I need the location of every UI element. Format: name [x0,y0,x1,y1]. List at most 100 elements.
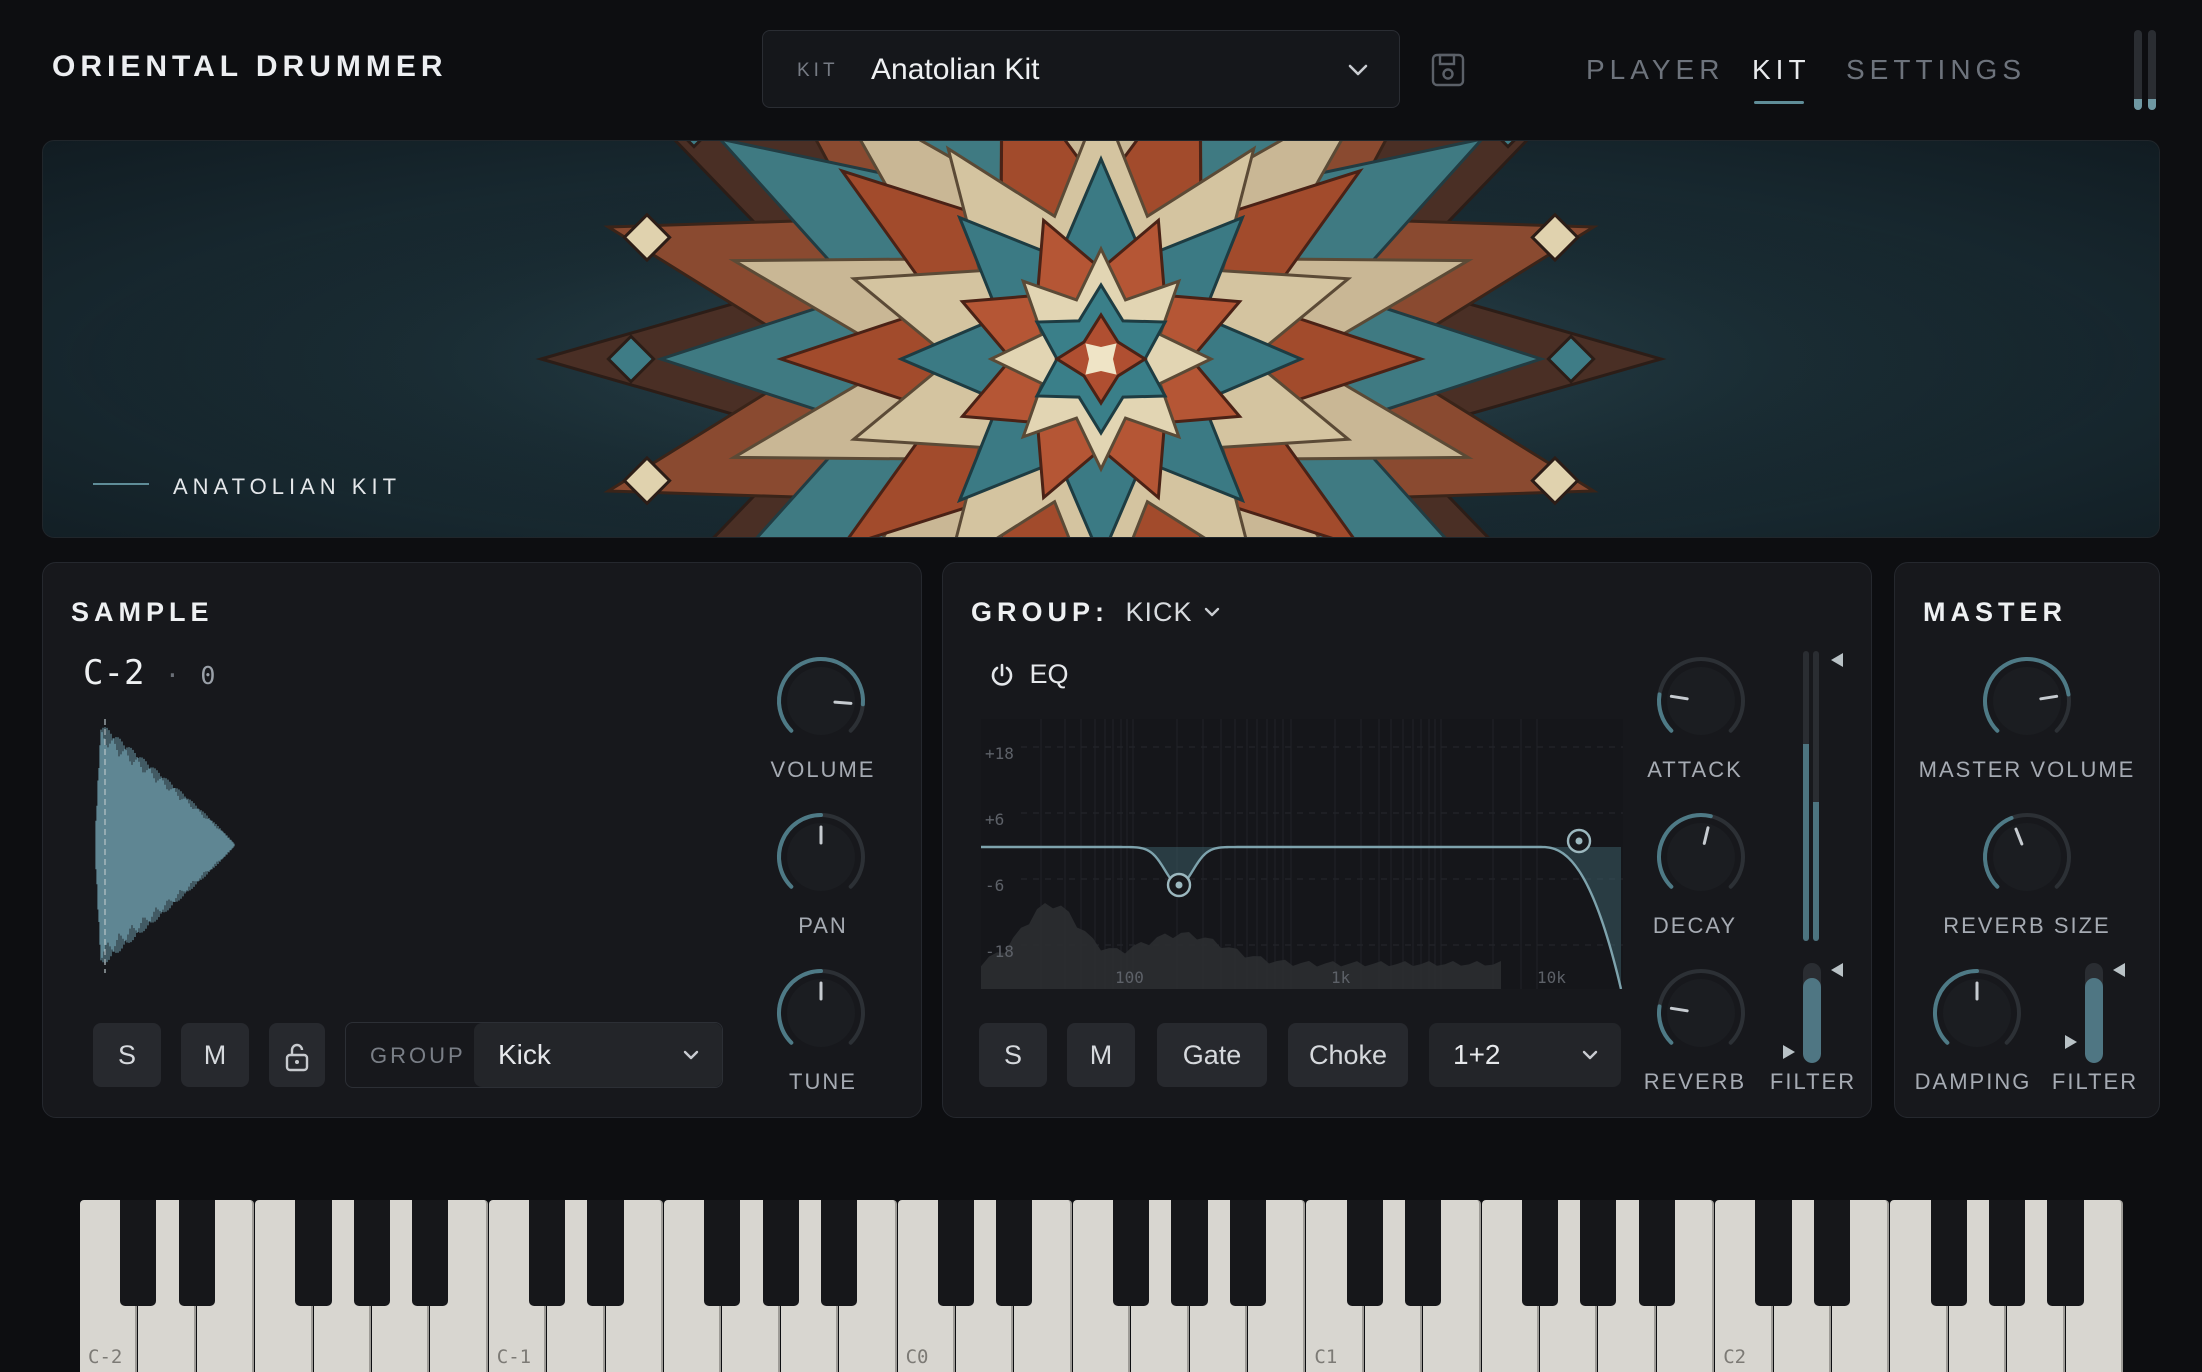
eq-y-label: -18 [985,942,1014,961]
filter-min-marker [1783,1045,1795,1059]
filter-min-marker [2065,1035,2077,1049]
black-key[interactable] [295,1200,332,1306]
master-panel: MASTER MASTER VOLUME REVERB SIZE DAMPING… [1894,562,2160,1118]
active-tab-indicator [1754,101,1804,104]
tune-knob[interactable] [775,967,867,1064]
chevron-down-icon[interactable] [1203,603,1221,621]
sample-waveform[interactable] [87,711,447,981]
reverb-size-knob[interactable] [1981,811,2073,908]
choke-button[interactable]: Choke [1288,1023,1408,1087]
filter-max-marker [2113,963,2125,977]
group-meter-left [1803,651,1809,941]
sample-separator: · [164,661,180,690]
banner-kit-name: ANATOLIAN KIT [173,474,402,499]
group-panel-title: GROUP: [971,597,1109,627]
sample-panel: SAMPLE C-2 · 0 VOLUME PAN TUNE S M GROUP… [42,562,922,1118]
black-key[interactable] [412,1200,449,1306]
sample-group-dropdown[interactable]: Kick [474,1023,722,1087]
group-mute-button[interactable]: M [1067,1023,1135,1087]
group-panel: GROUP: KICK EQ +18 +6 -6 -18 100 1k 10k … [942,562,1872,1118]
black-key[interactable] [821,1200,858,1306]
knob-dial [777,813,865,891]
pan-label: PAN [798,913,848,938]
black-key[interactable] [1638,1200,1675,1306]
knob-dial [1983,657,2071,735]
reverb-label: REVERB [1643,1069,1747,1094]
black-key[interactable] [353,1200,391,1306]
eq-toggle[interactable]: EQ [989,659,1068,690]
eq-label: EQ [1029,659,1069,689]
black-key[interactable] [996,1200,1033,1306]
black-key[interactable] [120,1200,157,1306]
octave-label: C-2 [88,1346,123,1368]
black-key[interactable] [587,1200,624,1306]
tab-settings[interactable]: SETTINGS [1846,54,2026,86]
knob-dial [1983,813,2071,891]
group-solo-button[interactable]: S [979,1023,1047,1087]
knob-dial [777,657,865,735]
black-key[interactable] [1405,1200,1442,1306]
sample-note: C-2 [83,653,145,693]
black-key[interactable] [2047,1200,2084,1306]
black-key[interactable] [1229,1200,1267,1306]
group-filter-label: FILTER [1769,1069,1857,1094]
pan-knob[interactable] [775,811,867,908]
black-key[interactable] [178,1200,215,1306]
filter-max-marker [1831,963,1843,977]
black-key[interactable] [529,1200,566,1306]
black-key[interactable] [1580,1200,1617,1306]
master-panel-title: MASTER [1923,597,2067,627]
output-routing-value: 1+2 [1453,1039,1501,1070]
eq-y-label: +6 [985,810,1004,829]
black-key[interactable] [1813,1200,1851,1306]
group-name[interactable]: KICK [1125,597,1192,627]
black-key[interactable] [704,1200,741,1306]
tab-kit[interactable]: KIT [1752,54,1811,86]
eq-band-handle-low[interactable] [1166,872,1192,898]
group-filter-slider[interactable] [1803,963,1821,1063]
piano-keyboard[interactable]: C-2 C-1 C0 C1 C2 [80,1200,2124,1372]
sample-group-value: Kick [498,1039,551,1070]
eq-graph[interactable]: +18 +6 -6 -18 100 1k 10k [981,719,1623,989]
black-key[interactable] [1171,1200,1208,1306]
master-filter-slider[interactable] [2085,963,2103,1063]
black-key[interactable] [762,1200,799,1306]
black-key[interactable] [1989,1200,2026,1306]
knob-dial [1657,969,1745,1047]
volume-label: VOLUME [770,757,876,782]
kit-banner: ANATOLIAN KIT [42,140,2160,538]
octave-label: C2 [1723,1346,1747,1368]
eq-band-handle-high[interactable] [1566,828,1592,854]
output-routing-dropdown[interactable]: 1+2 [1429,1023,1621,1087]
tab-player[interactable]: PLAYER [1586,54,1724,86]
knob-dial [777,969,865,1047]
black-key[interactable] [1521,1200,1559,1306]
damping-label: DAMPING [1914,1069,2032,1094]
black-key[interactable] [1930,1200,1967,1306]
black-key[interactable] [1113,1200,1150,1306]
damping-knob[interactable] [1931,967,2023,1064]
sample-group-selector[interactable]: GROUP Kick [345,1022,723,1088]
sample-lock-button[interactable] [269,1023,325,1087]
black-key[interactable] [937,1200,975,1306]
unlock-icon [285,1043,309,1072]
save-icon[interactable] [1430,52,1466,88]
tune-label: TUNE [789,1069,857,1094]
reverb-knob[interactable] [1655,967,1747,1064]
kit-selector[interactable]: KIT Anatolian Kit [762,30,1400,108]
decay-knob[interactable] [1655,811,1747,908]
octave-label: C0 [905,1346,929,1368]
decay-label: DECAY [1652,913,1738,938]
sample-solo-button[interactable]: S [93,1023,161,1087]
black-key[interactable] [1346,1200,1383,1306]
master-volume-knob[interactable] [1981,655,2073,752]
gate-button[interactable]: Gate [1157,1023,1267,1087]
black-key[interactable] [1755,1200,1792,1306]
sample-mute-button[interactable]: M [181,1023,249,1087]
sample-panel-title: SAMPLE [71,597,214,627]
volume-knob[interactable] [775,655,867,752]
group-header: GROUP: KICK [971,597,1221,628]
output-meter-left [2134,30,2142,110]
attack-knob[interactable] [1655,655,1747,752]
knob-dial [1933,969,2021,1047]
